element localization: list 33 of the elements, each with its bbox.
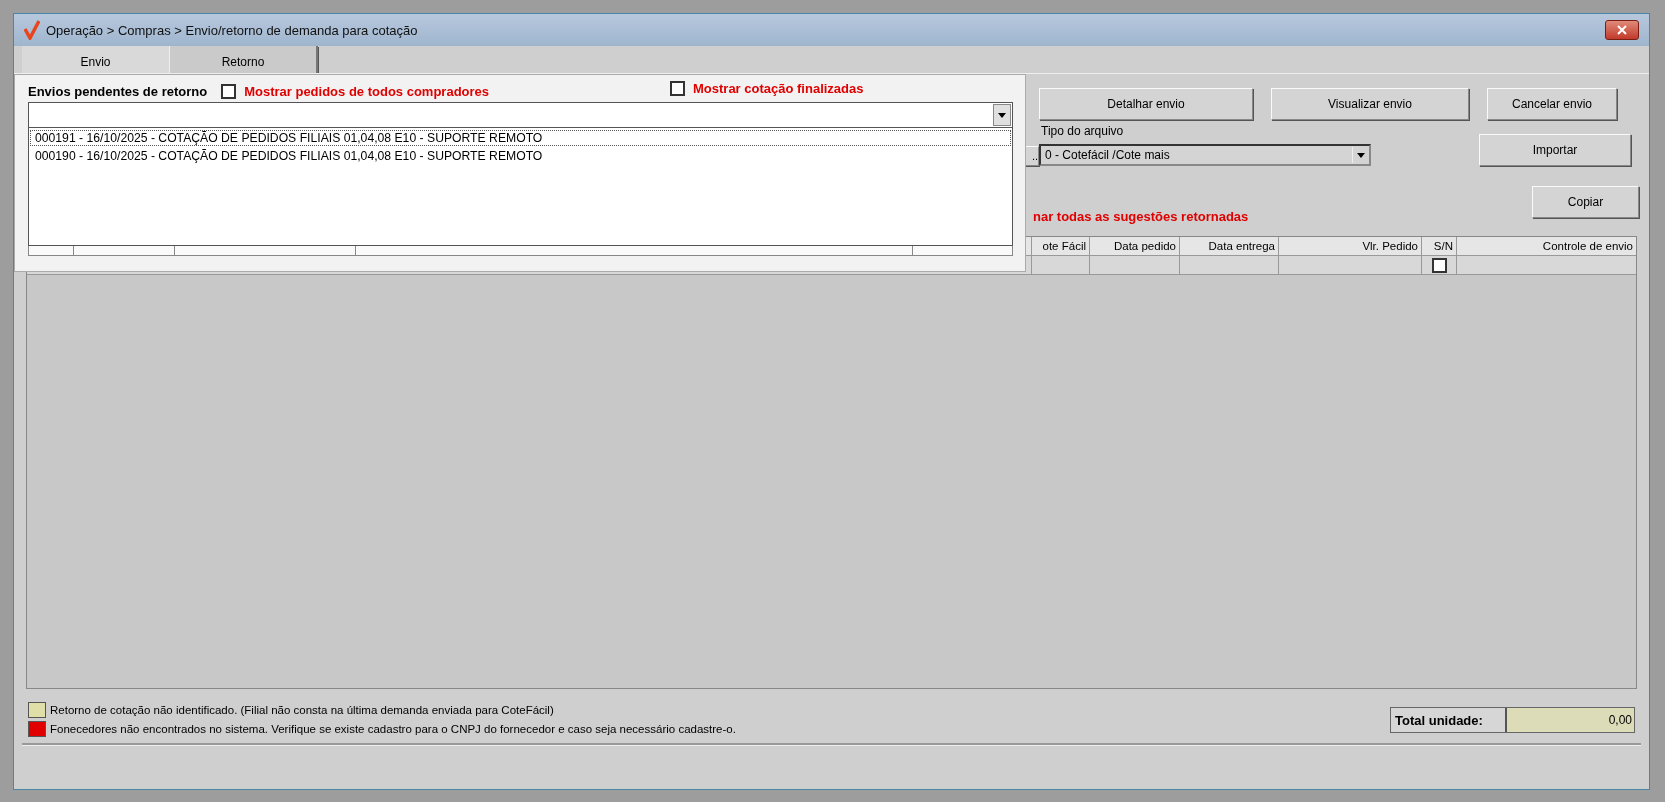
app-logo-icon <box>24 20 40 40</box>
action-button[interactable]: Cancelar envio <box>1487 88 1617 120</box>
legend-text: Fonecedores não encontrados no sistema. Verifique se existe cadastro para o CNPJ do fornecedor e caso seja necessário cadastre-o. <box>50 723 736 735</box>
list-item[interactable]: 000191 - 16/10/2025 - COTAÇÃO DE PEDIDOS FILIAIS 01,04,08 E10 - SUPORTE REMOTO <box>30 130 1011 146</box>
checkbox[interactable] <box>670 80 685 96</box>
column-header: Vlr. Pedido <box>1278 237 1421 255</box>
close-button[interactable] <box>1605 20 1639 40</box>
checkbox-label[interactable]: Mostrar cotação finalizadas <box>693 80 864 96</box>
file-type-dropdown[interactable]: 0 - Cotefácil /Cote mais <box>1039 144 1371 166</box>
column-header: ote Fácil <box>1031 237 1089 255</box>
legend-text: Retorno de cotação não identificado. (Filial não consta na última demanda enviada para CoteFácil) <box>50 704 554 716</box>
column-header: Data entrega <box>1179 237 1278 255</box>
copy-button[interactable]: Copiar <box>1532 186 1639 218</box>
field-label: Tipo do arquivo <box>1040 124 1125 138</box>
checkbox-label[interactable]: Mostrar pedidos de todos compradores <box>244 83 490 99</box>
close-icon <box>1617 25 1627 35</box>
import-button[interactable]: Importar <box>1479 134 1631 166</box>
action-button[interactable]: Detalhar envio <box>1039 88 1253 120</box>
tab[interactable]: Retorno <box>170 46 318 73</box>
window-title: Operação > Compras > Envio/retorno de demanda para cotação <box>46 22 418 38</box>
checkbox[interactable] <box>221 83 237 99</box>
column-header: S/N <box>1421 237 1456 255</box>
select-all-label: nar todas as sugestões retornadas <box>1033 209 1249 224</box>
column-header: Controle de envio <box>1456 237 1636 255</box>
checkbox[interactable] <box>1431 257 1447 273</box>
pending-sends-combo[interactable] <box>28 102 1013 128</box>
tab[interactable]: Envio <box>22 46 170 73</box>
dropdown-arrow-icon <box>998 112 1006 118</box>
list-item[interactable]: 000190 - 16/10/2025 - COTAÇÃO DE PEDIDOS FILIAIS 01,04,08 E10 - SUPORTE REMOTO <box>30 148 1011 164</box>
action-button[interactable]: Visualizar envio <box>1271 88 1469 120</box>
dropdown-arrow-icon <box>1357 152 1365 158</box>
column-header: Data pedido <box>1089 237 1179 255</box>
section-label: Envios pendentes de retorno <box>28 83 208 99</box>
